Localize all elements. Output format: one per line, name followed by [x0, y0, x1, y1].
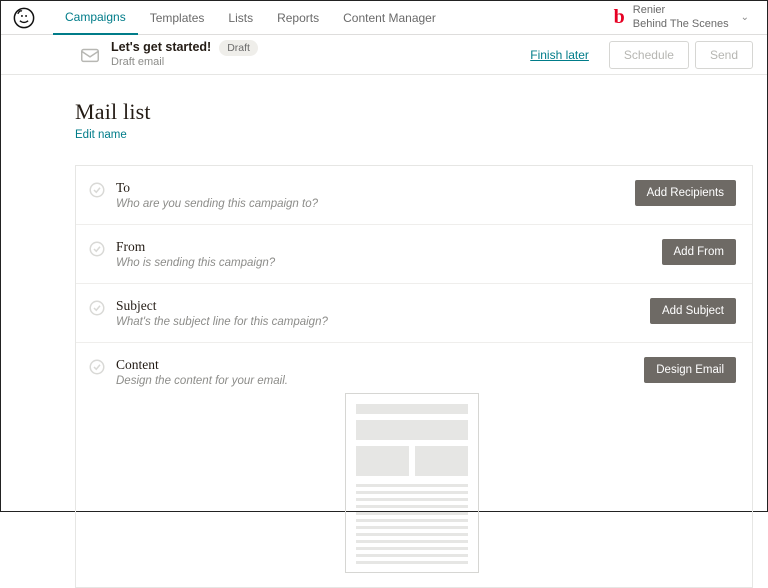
edit-name-link[interactable]: Edit name [75, 129, 127, 141]
steps-panel: To Who are you sending this campaign to?… [75, 165, 753, 588]
account-logo-icon: b [614, 6, 625, 29]
nav-lists[interactable]: Lists [216, 1, 265, 35]
nav-campaigns[interactable]: Campaigns [53, 1, 138, 35]
chevron-down-icon: ⌄ [737, 12, 749, 23]
check-circle-icon [88, 240, 106, 258]
step-subject: Subject What's the subject line for this… [76, 284, 752, 343]
step-title: To [116, 180, 635, 196]
campaign-title: Let's get started! [111, 40, 211, 55]
mailchimp-logo-icon[interactable] [13, 7, 35, 29]
step-content: Content Design the content for your emai… [76, 343, 752, 587]
step-title: Subject [116, 298, 650, 314]
step-to: To Who are you sending this campaign to?… [76, 166, 752, 225]
add-subject-button[interactable]: Add Subject [650, 298, 736, 324]
step-from: From Who is sending this campaign? Add F… [76, 225, 752, 284]
account-menu[interactable]: b Renier Behind The Scenes ⌄ [614, 4, 755, 32]
check-circle-icon [88, 299, 106, 317]
step-desc: Design the content for your email. [116, 375, 644, 387]
nav-links: Campaigns Templates Lists Reports Conten… [53, 1, 448, 35]
nav-reports[interactable]: Reports [265, 1, 331, 35]
add-from-button[interactable]: Add From [662, 239, 737, 265]
step-title: Content [116, 357, 644, 373]
account-org: Behind The Scenes [633, 18, 729, 32]
main-content: Mail list Edit name To Who are you sendi… [1, 75, 767, 588]
step-title: From [116, 239, 662, 255]
page-title: Mail list [75, 99, 767, 125]
send-button[interactable]: Send [695, 41, 753, 69]
account-name: Renier [633, 4, 729, 18]
draft-badge: Draft [219, 40, 258, 57]
finish-later-link[interactable]: Finish later [530, 48, 589, 62]
step-desc: What's the subject line for this campaig… [116, 316, 650, 328]
design-email-button[interactable]: Design Email [644, 357, 736, 383]
account-text: Renier Behind The Scenes [633, 4, 729, 32]
email-preview-placeholder [345, 393, 479, 573]
campaign-type: Draft email [111, 56, 258, 69]
campaign-subbar: Let's get started! Draft Draft email Fin… [1, 35, 767, 75]
envelope-icon [79, 44, 101, 66]
step-desc: Who is sending this campaign? [116, 257, 662, 269]
add-recipients-button[interactable]: Add Recipients [635, 180, 736, 206]
step-desc: Who are you sending this campaign to? [116, 198, 635, 210]
nav-content-manager[interactable]: Content Manager [331, 1, 448, 35]
nav-templates[interactable]: Templates [138, 1, 217, 35]
check-circle-icon [88, 181, 106, 199]
schedule-button[interactable]: Schedule [609, 41, 689, 69]
check-circle-icon [88, 358, 106, 376]
top-nav: Campaigns Templates Lists Reports Conten… [1, 1, 767, 35]
